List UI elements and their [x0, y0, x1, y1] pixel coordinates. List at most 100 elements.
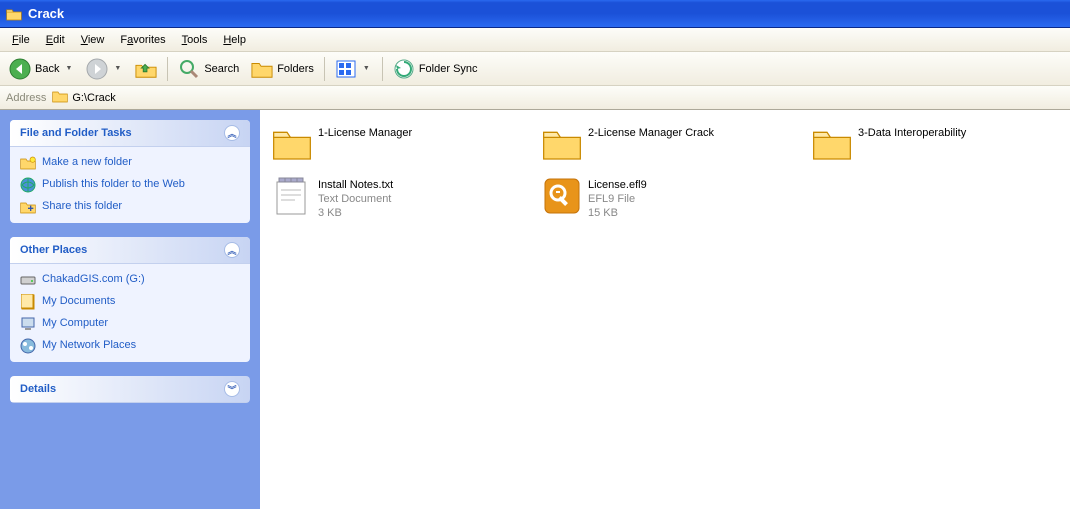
panel-body: Make a new folder Publish this folder to …: [10, 147, 250, 223]
chevron-up-icon[interactable]: ︽: [224, 242, 240, 258]
task-link-label: Publish this folder to the Web: [42, 177, 185, 191]
chevron-up-icon[interactable]: ︽: [224, 125, 240, 141]
panel-body: ChakadGIS.com (G:) My Documents My Compute…: [10, 264, 250, 362]
search-button[interactable]: Search: [173, 55, 244, 83]
folder-new-icon: [20, 155, 36, 171]
task-link-label: My Network Places: [42, 338, 136, 352]
task-link[interactable]: Share this folder: [20, 199, 240, 215]
folder-item[interactable]: 3-Data Interoperability: [810, 122, 1060, 166]
task-link[interactable]: My Computer: [20, 316, 240, 332]
file-name: Install Notes.txt: [318, 178, 393, 192]
folder-icon: [272, 124, 312, 164]
foldersync-icon: [393, 58, 415, 80]
sidebar-panel: File and Folder Tasks ︽ Make a new folder P…: [10, 120, 250, 223]
back-dropdown-icon[interactable]: ▼: [63, 65, 74, 72]
chevron-down-icon[interactable]: ︾: [224, 381, 240, 397]
folders-label: Folders: [277, 63, 314, 75]
back-label: Back: [35, 63, 59, 75]
address-label: Address: [6, 92, 46, 104]
menubar: File Edit View Favorites Tools Help: [0, 28, 1070, 52]
search-icon: [178, 58, 200, 80]
menu-edit[interactable]: Edit: [38, 31, 73, 49]
task-link[interactable]: My Documents: [20, 294, 240, 310]
back-button[interactable]: Back ▼: [4, 55, 79, 83]
computer-icon: [20, 316, 36, 332]
file-labels: License.efl9EFL9 File15 KB: [588, 176, 647, 220]
panel-header[interactable]: File and Folder Tasks ︽: [10, 120, 250, 147]
task-link-label: Share this folder: [42, 199, 122, 213]
up-button[interactable]: [130, 55, 162, 83]
file-labels: Install Notes.txtText Document3 KB: [318, 176, 393, 220]
panel-title: Details: [20, 383, 56, 395]
folders-icon: [251, 58, 273, 80]
address-bar: Address G:\Crack: [0, 86, 1070, 110]
forward-dropdown-icon[interactable]: ▼: [112, 65, 123, 72]
app-folder-icon: [6, 7, 22, 21]
menu-view[interactable]: View: [73, 31, 113, 49]
panel-header[interactable]: Details ︾: [10, 376, 250, 403]
window-title: Crack: [28, 6, 64, 21]
task-link-label: Make a new folder: [42, 155, 132, 169]
file-labels: 3-Data Interoperability: [858, 124, 966, 140]
network-places-icon: [20, 338, 36, 354]
task-link[interactable]: Make a new folder: [20, 155, 240, 171]
forward-button[interactable]: ▼: [81, 55, 128, 83]
forward-icon: [86, 58, 108, 80]
file-size-label: 15 KB: [588, 206, 647, 220]
file-name: 2-License Manager Crack: [588, 126, 714, 140]
views-button[interactable]: ▼: [330, 55, 377, 83]
back-icon: [9, 58, 31, 80]
task-link-label: My Computer: [42, 316, 108, 330]
task-link[interactable]: ChakadGIS.com (G:): [20, 272, 240, 288]
sidebar: File and Folder Tasks ︽ Make a new folder P…: [0, 110, 260, 509]
panel-title: Other Places: [20, 244, 87, 256]
views-icon: [335, 58, 357, 80]
text-file-icon: [272, 176, 312, 216]
key-file-icon: [542, 176, 582, 216]
address-folder-icon: [52, 89, 68, 106]
folders-button[interactable]: Folders: [246, 55, 319, 83]
menu-tools[interactable]: Tools: [174, 31, 216, 49]
task-link[interactable]: My Network Places: [20, 338, 240, 354]
documents-icon: [20, 294, 36, 310]
panel-title: File and Folder Tasks: [20, 127, 132, 139]
panel-header[interactable]: Other Places ︽: [10, 237, 250, 264]
folder-icon: [812, 124, 852, 164]
foldersync-label: Folder Sync: [419, 63, 478, 75]
folder-share-icon: [20, 199, 36, 215]
address-field[interactable]: G:\Crack: [52, 89, 1064, 106]
foldersync-button[interactable]: Folder Sync: [388, 55, 483, 83]
sidebar-panel: Other Places ︽ ChakadGIS.com (G:) My Docume…: [10, 237, 250, 362]
menu-help[interactable]: Help: [215, 31, 254, 49]
folder-item[interactable]: 2-License Manager Crack: [540, 122, 790, 166]
address-path: G:\Crack: [72, 92, 115, 104]
task-link-label: My Documents: [42, 294, 115, 308]
folder-item[interactable]: 1-License Manager: [270, 122, 520, 166]
main-area: File and Folder Tasks ︽ Make a new folder P…: [0, 110, 1070, 509]
toolbar-separator: [382, 57, 383, 81]
file-labels: 1-License Manager: [318, 124, 412, 140]
search-label: Search: [204, 63, 239, 75]
items-grid: 1-License Manager 2-License Manager Crack…: [270, 122, 1060, 222]
file-name: 1-License Manager: [318, 126, 412, 140]
file-type-label: EFL9 File: [588, 192, 647, 206]
file-size-label: 3 KB: [318, 206, 393, 220]
toolbar: Back ▼ ▼ Search Folders ▼: [0, 52, 1070, 86]
globe-publish-icon: [20, 177, 36, 193]
up-icon: [135, 58, 157, 80]
file-name: License.efl9: [588, 178, 647, 192]
sidebar-panel: Details ︾: [10, 376, 250, 403]
menu-favorites[interactable]: Favorites: [112, 31, 173, 49]
file-labels: 2-License Manager Crack: [588, 124, 714, 140]
file-name: 3-Data Interoperability: [858, 126, 966, 140]
file-item[interactable]: Install Notes.txtText Document3 KB: [270, 174, 520, 222]
title-bar: Crack: [0, 0, 1070, 28]
file-item[interactable]: License.efl9EFL9 File15 KB: [540, 174, 790, 222]
task-link[interactable]: Publish this folder to the Web: [20, 177, 240, 193]
task-link-label: ChakadGIS.com (G:): [42, 272, 145, 286]
content-pane: 1-License Manager 2-License Manager Crack…: [260, 110, 1070, 509]
menu-file[interactable]: File: [4, 31, 38, 49]
views-dropdown-icon[interactable]: ▼: [361, 65, 372, 72]
file-type-label: Text Document: [318, 192, 393, 206]
toolbar-separator: [167, 57, 168, 81]
